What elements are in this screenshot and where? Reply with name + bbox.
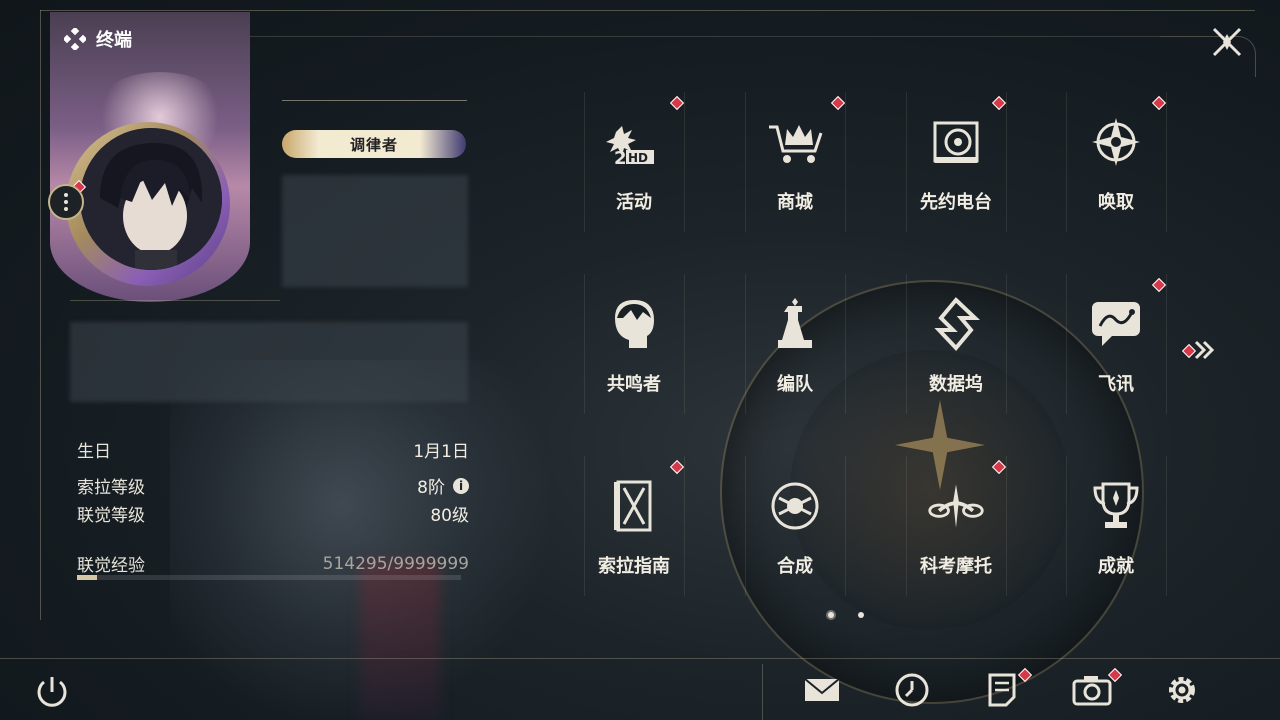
menu-item-label: 先约电台 xyxy=(920,192,992,213)
stat-label: 生日 xyxy=(77,442,111,462)
resonator-head-icon xyxy=(604,294,664,354)
stat-row-union-exp: 联觉经验 514295/9999999 xyxy=(77,551,469,577)
exp-value: 514295/9999999 xyxy=(322,553,469,574)
convene-star-icon xyxy=(1086,112,1146,172)
radio-icon xyxy=(926,112,986,172)
title-badge[interactable]: 调律者 xyxy=(282,130,466,158)
menu-item-label: 索拉指南 xyxy=(598,556,670,577)
chess-team-icon xyxy=(765,294,825,354)
stat-value-wrap: 8阶 i xyxy=(417,473,469,498)
menu-item-badge xyxy=(991,459,1007,475)
double-chevron-right-icon xyxy=(1194,340,1215,360)
menu-item-chat-message[interactable]: 飞讯 xyxy=(1056,274,1176,424)
terminal-title: 终端 xyxy=(96,30,132,51)
menu-item-label: 商城 xyxy=(777,192,813,213)
menu-item-label: 活动 xyxy=(616,192,652,213)
svg-text:2: 2 xyxy=(614,148,627,169)
frame-left-line xyxy=(40,10,41,620)
menu-item-badge xyxy=(669,459,685,475)
power-icon xyxy=(37,677,67,707)
menu-item-guidebook[interactable]: 索拉指南 xyxy=(574,456,694,606)
menu-item-badge xyxy=(991,95,1007,111)
next-page-button[interactable] xyxy=(1180,338,1224,362)
menu-item-label: 科考摩托 xyxy=(920,556,992,577)
menu-item-badge xyxy=(669,95,685,111)
menu-item-badge xyxy=(830,95,846,111)
power-button[interactable] xyxy=(32,672,72,712)
frame-inner-line xyxy=(250,36,1160,37)
info-icon[interactable]: i xyxy=(453,477,469,494)
profile-separator xyxy=(70,300,280,301)
notice-icon xyxy=(988,673,1016,707)
shop-crown-cart-icon xyxy=(765,112,825,172)
background-character-silhouette xyxy=(170,360,550,720)
name-underline xyxy=(282,100,467,101)
menu-item-badge xyxy=(1151,95,1167,111)
stat-row-sol-rank: 索拉等级 8阶 i xyxy=(77,473,469,498)
page-indicator xyxy=(828,612,864,618)
more-dots-icon xyxy=(64,200,68,204)
data-bank-icon xyxy=(926,294,986,354)
mail-button[interactable] xyxy=(800,668,844,712)
menu-item-label: 唤取 xyxy=(1098,192,1134,213)
menu-item-data-bank[interactable]: 数据坞 xyxy=(896,274,1016,424)
menu-item-shop-crown-cart[interactable]: 商城 xyxy=(735,92,855,242)
avatar[interactable] xyxy=(80,128,222,270)
menu-item-label: 共鸣者 xyxy=(607,374,661,395)
terminal-header: 终端 xyxy=(64,26,132,52)
menu-item-synthesis[interactable]: 合成 xyxy=(735,456,855,606)
menu-item-label: 飞讯 xyxy=(1098,374,1134,395)
svg-text:HD: HD xyxy=(628,151,648,165)
event-2hd-icon: 2 HD xyxy=(604,112,664,172)
blurred-name-area xyxy=(282,175,468,287)
exp-progress-fill xyxy=(77,575,97,580)
frame-top-line xyxy=(40,10,1255,11)
menu-item-label: 编队 xyxy=(777,374,813,395)
stat-label: 联觉经验 xyxy=(77,556,145,576)
background-cloth-detail xyxy=(360,560,440,720)
stat-label: 联觉等级 xyxy=(77,506,145,526)
menu-item-label: 合成 xyxy=(777,556,813,577)
menu-item-chess-team[interactable]: 编队 xyxy=(735,274,855,424)
profile-more-button[interactable] xyxy=(48,184,84,220)
menu-item-event-2hd[interactable]: 2 HD 活动 xyxy=(574,92,694,242)
stat-value: 8阶 xyxy=(417,478,445,498)
close-button[interactable] xyxy=(1205,20,1249,64)
menu-item-motorbike[interactable]: 科考摩托 xyxy=(896,456,1016,606)
camera-icon xyxy=(1072,676,1112,706)
mail-icon xyxy=(804,678,840,701)
page-dot-active[interactable] xyxy=(828,612,834,618)
guidebook-icon xyxy=(604,476,664,536)
menu-item-resonator-head[interactable]: 共鸣者 xyxy=(574,274,694,424)
clock-icon xyxy=(895,673,929,707)
stat-value: 1月1日 xyxy=(413,442,469,462)
settings-button[interactable] xyxy=(1160,668,1204,712)
chat-message-icon xyxy=(1086,294,1146,354)
stat-row-union-level: 联觉等级 80级 xyxy=(77,501,469,526)
clock-button[interactable] xyxy=(890,668,934,712)
title-badge-label: 调律者 xyxy=(349,135,398,154)
synthesis-icon xyxy=(765,476,825,536)
blurred-signature-area xyxy=(70,322,468,402)
exp-progress-bar xyxy=(77,575,461,580)
stat-label: 索拉等级 xyxy=(77,478,145,498)
menu-item-trophy[interactable]: 成就 xyxy=(1056,456,1176,606)
menu-item-radio[interactable]: 先约电台 xyxy=(896,92,1016,242)
stat-row-birthday: 生日 1月1日 xyxy=(77,437,469,462)
stat-value: 80级 xyxy=(430,506,469,526)
terminal-diamond-icon xyxy=(64,28,86,50)
menu-item-convene-star[interactable]: 唤取 xyxy=(1056,92,1176,242)
menu-item-badge xyxy=(1151,277,1167,293)
menu-item-label: 数据坞 xyxy=(929,374,983,395)
page-dot[interactable] xyxy=(858,612,864,618)
menu-item-label: 成就 xyxy=(1098,556,1134,577)
bottom-bar-separator xyxy=(762,664,763,720)
motorbike-icon xyxy=(926,476,986,536)
bottom-bar-divider xyxy=(0,658,1280,659)
avatar-character-image xyxy=(80,128,222,270)
trophy-icon xyxy=(1086,476,1146,536)
close-icon xyxy=(1212,27,1242,57)
settings-gear-icon xyxy=(1169,677,1195,703)
